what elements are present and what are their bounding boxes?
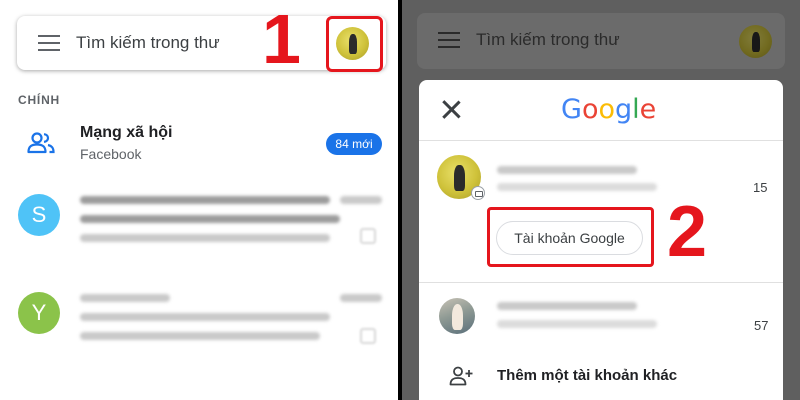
sender-avatar: S [18, 194, 60, 236]
logo-letter: o [598, 94, 615, 125]
profile-avatar [739, 25, 772, 58]
category-row-social[interactable]: Mạng xã hội Facebook 84 mới [0, 115, 398, 171]
blurred-account-email [497, 183, 657, 191]
section-label: CHÍNH [18, 93, 60, 107]
unread-count: 57 [754, 318, 769, 333]
step-number-2: 2 [667, 192, 708, 272]
blurred-preview [80, 234, 330, 242]
blurred-subject [80, 215, 340, 223]
category-subtitle: Facebook [80, 146, 142, 162]
star-icon[interactable] [360, 328, 376, 344]
logo-letter: e [639, 94, 657, 125]
blurred-sender [80, 294, 170, 302]
blurred-account-name [497, 302, 637, 310]
camera-icon[interactable] [471, 186, 485, 200]
search-input[interactable]: Tìm kiếm trong thư [76, 33, 220, 53]
logo-letter: l [632, 94, 640, 125]
blurred-date [340, 196, 382, 204]
blurred-account-email [497, 320, 657, 328]
add-account-link[interactable]: Thêm một tài khoản khác [497, 367, 677, 384]
highlight-box-account-button [487, 207, 654, 267]
blurred-account-name [497, 166, 637, 174]
category-title: Mạng xã hội [80, 124, 173, 141]
secondary-account-avatar[interactable] [439, 298, 475, 334]
blurred-subject [80, 313, 330, 321]
star-icon[interactable] [360, 228, 376, 244]
divider [419, 282, 783, 283]
highlight-box-avatar [326, 16, 383, 72]
unread-count: 15 [753, 180, 768, 195]
logo-letter: g [615, 94, 633, 125]
blurred-sender [80, 196, 330, 204]
mail-row[interactable]: S [0, 190, 398, 270]
search-bar-dimmed: Tìm kiếm trong thư [417, 13, 785, 69]
blurred-preview [80, 332, 320, 340]
mail-row[interactable]: Y [0, 288, 398, 368]
close-icon[interactable] [442, 100, 460, 118]
menu-icon [438, 32, 460, 48]
account-switcher-screen: Tìm kiếm trong thư Google 15 Tài khoản G… [402, 0, 800, 400]
logo-letter: G [561, 94, 582, 125]
google-logo: Google [561, 94, 656, 125]
add-person-icon [449, 366, 473, 386]
search-input: Tìm kiếm trong thư [476, 30, 620, 49]
blurred-date [340, 294, 382, 302]
people-icon [27, 132, 55, 154]
divider [419, 140, 783, 141]
step-number-1: 1 [262, 0, 301, 78]
new-count-badge: 84 mới [326, 133, 382, 155]
logo-letter: o [581, 94, 599, 125]
menu-icon[interactable] [38, 35, 60, 51]
sender-avatar: Y [18, 292, 60, 334]
gmail-inbox-screen: Tìm kiếm trong thư 1 CHÍNH Mạng xã hội F… [0, 0, 398, 400]
